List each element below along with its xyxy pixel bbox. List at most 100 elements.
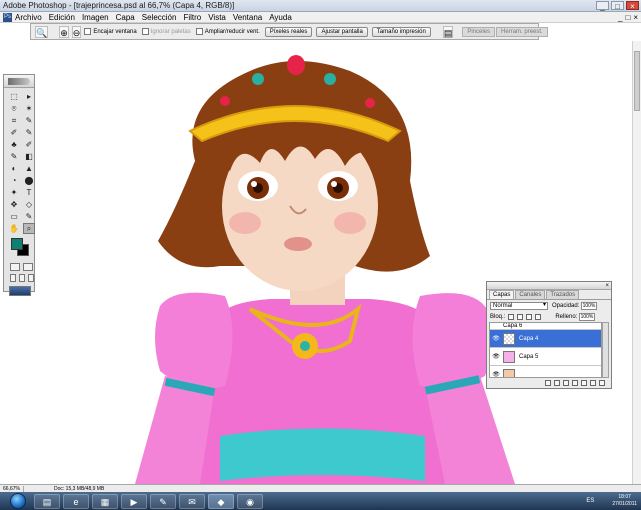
shape-tool-icon[interactable]: ◇ bbox=[23, 199, 35, 210]
eye-icon[interactable]: 👁 bbox=[492, 335, 500, 342]
tab-trazados[interactable]: Trazados bbox=[546, 290, 580, 299]
paint-icon[interactable]: ✎ bbox=[150, 493, 176, 509]
lasso-tool-icon[interactable]: ⌾ bbox=[8, 103, 20, 114]
tab-canales[interactable]: Canales bbox=[515, 290, 546, 299]
notes-tool-icon[interactable]: ▭ bbox=[8, 211, 20, 222]
tab-capas[interactable]: Capas bbox=[489, 290, 515, 299]
eraser-tool-icon[interactable]: ✎ bbox=[8, 151, 20, 162]
menu-seleccion[interactable]: Selección bbox=[142, 13, 177, 22]
burn-tool-icon[interactable]: ⬤ bbox=[23, 175, 35, 186]
new-set-icon[interactable] bbox=[572, 379, 578, 386]
start-button[interactable] bbox=[10, 493, 26, 509]
palette-header[interactable]: × bbox=[487, 282, 611, 290]
close-button[interactable]: × bbox=[626, 1, 639, 11]
lock-position-icon[interactable] bbox=[526, 313, 533, 320]
well-tab-pinceles[interactable]: Pinceles bbox=[462, 26, 496, 37]
layer-list-scrollbar[interactable] bbox=[602, 322, 609, 378]
zoom-out-icon[interactable]: ⊖ bbox=[71, 25, 82, 38]
eye-icon[interactable]: 👁 bbox=[492, 353, 500, 360]
doc-minimize-button[interactable]: _ bbox=[618, 13, 622, 22]
zoom-in-icon[interactable]: ⊕ bbox=[59, 25, 69, 38]
photoshop-icon[interactable]: Ps bbox=[3, 12, 12, 22]
history-brush-tool-icon[interactable]: ✐ bbox=[23, 139, 35, 150]
doc-close-button[interactable]: × bbox=[633, 13, 638, 22]
gradient-tool-icon[interactable]: ◧ bbox=[23, 151, 35, 162]
full-screen-mode-icon[interactable] bbox=[28, 274, 34, 282]
lock-all-icon[interactable] bbox=[535, 313, 542, 320]
menu-imagen[interactable]: Imagen bbox=[82, 13, 109, 22]
foreground-color-swatch[interactable] bbox=[11, 238, 23, 250]
standard-screen-mode-icon[interactable] bbox=[10, 274, 16, 282]
marquee-tool-icon[interactable]: ⬚ bbox=[8, 91, 20, 102]
path-selection-tool-icon[interactable]: ✦ bbox=[8, 187, 20, 198]
clone-stamp-tool-icon[interactable]: ♣ bbox=[8, 139, 20, 150]
chrome-icon[interactable]: ◉ bbox=[237, 493, 263, 509]
check-encajar-ventana[interactable]: Encajar ventana bbox=[84, 28, 137, 35]
check-ampliar-reducir[interactable]: Ampliar/reducir vent. bbox=[195, 28, 260, 35]
new-layer-icon[interactable] bbox=[590, 379, 596, 386]
zoom-tool-icon[interactable]: 🔍 bbox=[35, 25, 49, 38]
crop-tool-icon[interactable]: ⌗ bbox=[8, 115, 20, 126]
language-indicator[interactable]: ES bbox=[586, 498, 594, 504]
menu-vista[interactable]: Vista bbox=[208, 13, 226, 22]
fit-screen-button[interactable]: Ajustar pantalla bbox=[316, 26, 368, 37]
brush-tool-icon[interactable]: ✎ bbox=[23, 127, 35, 138]
adobe-feather-icon[interactable] bbox=[8, 78, 30, 85]
jump-to-imageready-icon[interactable] bbox=[9, 286, 31, 296]
magic-wand-tool-icon[interactable]: ✶ bbox=[23, 103, 35, 114]
checkbox[interactable] bbox=[84, 28, 92, 35]
quick-mask-mode-icon[interactable] bbox=[23, 263, 33, 271]
standard-mode-icon[interactable] bbox=[10, 263, 20, 271]
media-icon[interactable]: ▶ bbox=[121, 493, 147, 509]
toolbox-header[interactable] bbox=[4, 75, 34, 88]
vertical-scrollbar[interactable] bbox=[632, 41, 641, 484]
adjustment-layer-icon[interactable] bbox=[581, 379, 587, 386]
slice-tool-icon[interactable]: ✎ bbox=[23, 115, 35, 126]
opacity-field[interactable]: 100% bbox=[581, 301, 598, 310]
sharpen-tool-icon[interactable]: ▲ bbox=[23, 163, 35, 174]
blur-tool-icon[interactable]: ◐ bbox=[8, 163, 20, 174]
layer-row[interactable]: 👁 Capa 5 bbox=[490, 348, 601, 366]
zoom-level[interactable]: 66,67% bbox=[0, 485, 24, 492]
blend-mode-select[interactable]: Normal bbox=[490, 301, 548, 310]
healing-brush-tool-icon[interactable]: ✐ bbox=[8, 127, 20, 138]
mail-icon[interactable]: ✉ bbox=[179, 493, 205, 509]
pen-tool-icon[interactable]: ✥ bbox=[8, 199, 20, 210]
clock[interactable]: 18:07 27/01/2011 bbox=[612, 494, 637, 508]
palette-well-icon[interactable]: ▤ bbox=[442, 25, 454, 38]
type-tool-icon[interactable]: T bbox=[23, 187, 35, 198]
explorer-icon[interactable]: ▦ bbox=[92, 493, 118, 509]
checkbox[interactable] bbox=[195, 28, 203, 35]
move-tool-icon[interactable]: ▸ bbox=[23, 91, 35, 102]
scrollbar-thumb[interactable] bbox=[634, 51, 640, 111]
actual-pixels-button[interactable]: Píxeles reales bbox=[264, 26, 313, 37]
print-size-button[interactable]: Tamaño impresión bbox=[371, 26, 431, 37]
trash-icon[interactable] bbox=[599, 379, 605, 386]
menu-edicion[interactable]: Edición bbox=[49, 13, 75, 22]
close-icon[interactable]: × bbox=[605, 282, 609, 290]
lock-pixels-icon[interactable] bbox=[517, 313, 524, 320]
link-layers-icon[interactable] bbox=[545, 379, 551, 386]
folder-icon[interactable]: ▤ bbox=[34, 493, 60, 509]
zoom-tool-icon[interactable]: ⌕ bbox=[23, 223, 35, 234]
menu-ayuda[interactable]: Ayuda bbox=[269, 13, 292, 22]
hand-tool-icon[interactable]: ✋ bbox=[8, 223, 20, 234]
photoshop-icon[interactable]: ◆ bbox=[208, 493, 234, 509]
doc-restore-button[interactable]: □ bbox=[625, 13, 630, 22]
well-tab-herram-preest[interactable]: Herram. preest. bbox=[496, 26, 548, 37]
layer-row[interactable]: 👁 Capa 4 bbox=[490, 330, 601, 348]
menu-capa[interactable]: Capa bbox=[116, 13, 135, 22]
full-screen-menu-mode-icon[interactable] bbox=[19, 274, 25, 282]
lock-transparency-icon[interactable] bbox=[508, 313, 515, 320]
layer-style-icon[interactable] bbox=[554, 379, 560, 386]
ie-icon[interactable]: e bbox=[63, 493, 89, 509]
layer-row[interactable]: Capa 6 bbox=[490, 323, 601, 330]
fill-field[interactable]: 100% bbox=[579, 312, 596, 321]
menu-archivo[interactable]: Archivo bbox=[15, 13, 42, 22]
dodge-tool-icon[interactable]: ◔ bbox=[8, 175, 20, 186]
eyedropper-tool-icon[interactable]: ✎ bbox=[23, 211, 35, 222]
menu-filtro[interactable]: Filtro bbox=[183, 13, 201, 22]
menu-ventana[interactable]: Ventana bbox=[233, 13, 262, 22]
maximize-button[interactable]: □ bbox=[611, 1, 624, 11]
minimize-button[interactable]: _ bbox=[596, 1, 609, 11]
